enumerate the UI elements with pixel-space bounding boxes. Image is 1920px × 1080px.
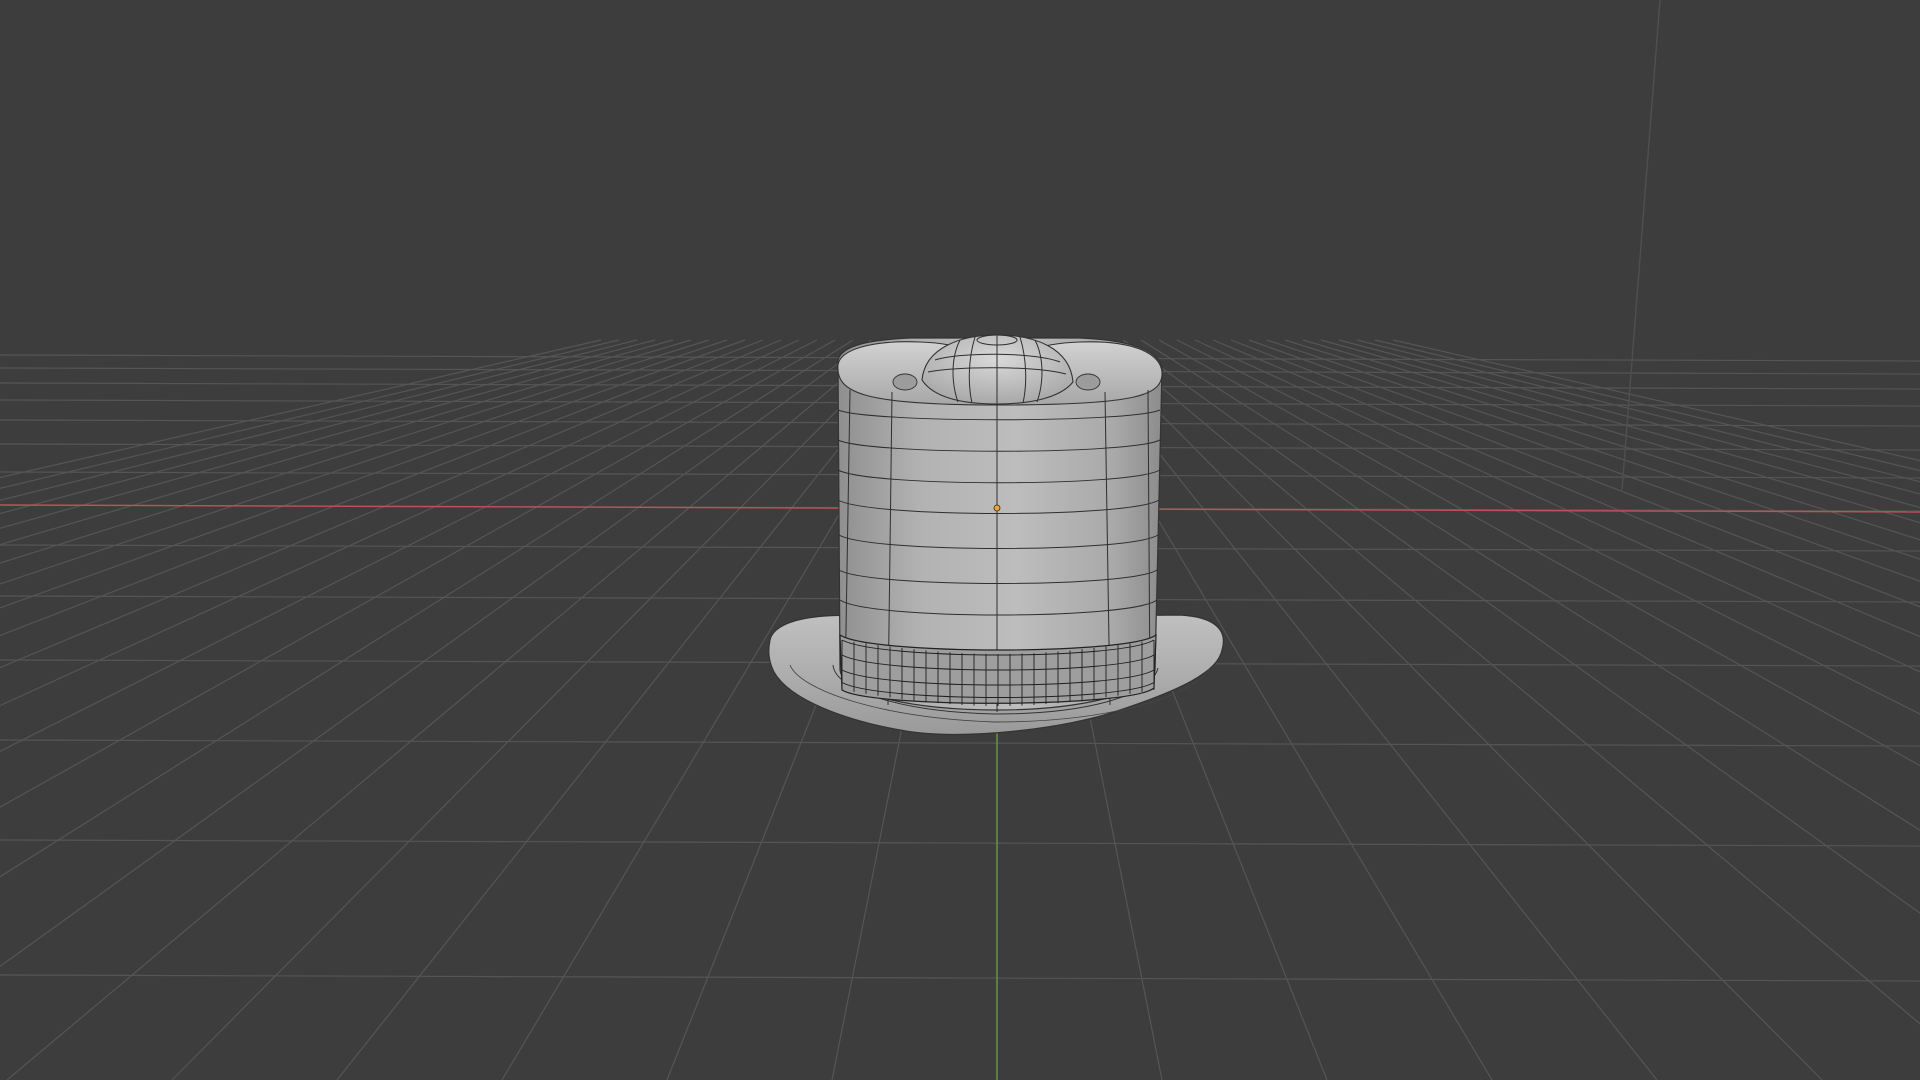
grid-line <box>1212 339 1920 638</box>
grid-line <box>0 339 602 479</box>
grid-line <box>171 339 908 1080</box>
z-axis-guide-line <box>1621 0 1661 491</box>
grid-line <box>0 339 836 808</box>
grid-line <box>0 339 692 546</box>
top-dent-right <box>1075 373 1101 391</box>
grid-line <box>0 339 854 878</box>
grid-line <box>1230 339 1920 608</box>
grid-line <box>0 339 800 707</box>
grid-line <box>1302 339 1920 524</box>
top-hat-mesh[interactable] <box>768 334 1224 736</box>
grid-line <box>1266 339 1920 560</box>
grid-line <box>1320 339 1920 509</box>
grid-line <box>0 339 620 490</box>
grid-line <box>1392 339 1920 462</box>
grid-line <box>0 974 1920 982</box>
grid-line <box>6 339 890 1080</box>
object-origin-marker[interactable] <box>993 504 1001 512</box>
grid-line <box>1086 339 1823 1080</box>
grid-line <box>0 339 674 529</box>
3d-viewport[interactable] <box>0 0 1920 1080</box>
grid-line <box>0 339 638 501</box>
grid-line <box>1374 339 1920 472</box>
grid-line <box>1158 339 1920 767</box>
grid-line <box>1284 339 1920 541</box>
grid-line <box>0 339 818 752</box>
grid-line <box>0 339 710 564</box>
grid-line <box>0 339 728 585</box>
grid-line <box>1176 339 1920 715</box>
top-dent-left <box>892 373 918 391</box>
viewport-canvas[interactable] <box>0 0 1920 1080</box>
grid-line <box>0 739 1920 747</box>
grid-line <box>0 339 746 609</box>
grid-line <box>0 839 1920 847</box>
grid-line <box>1140 339 1920 831</box>
